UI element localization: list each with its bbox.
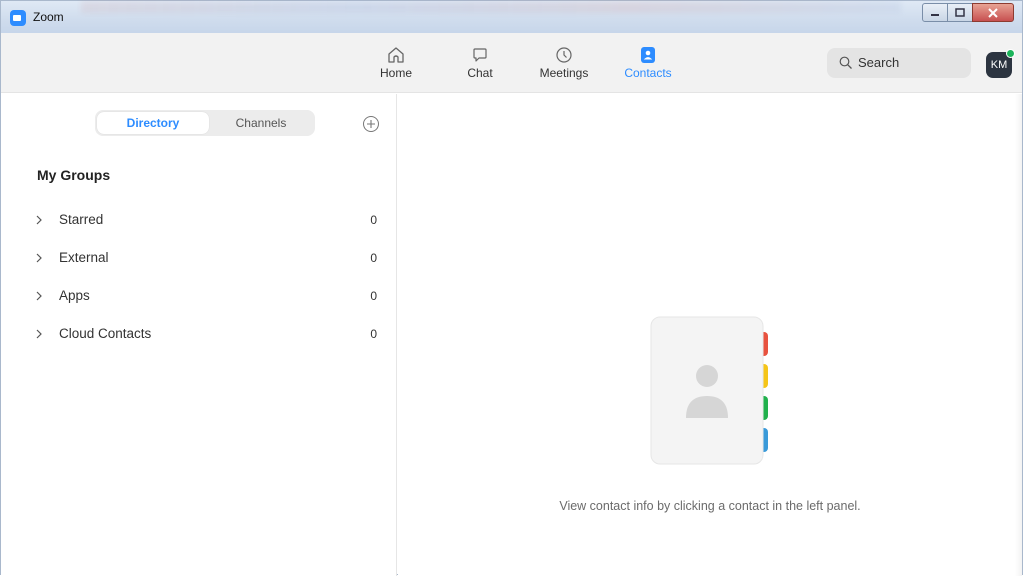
nav-contacts[interactable]: Contacts (613, 45, 683, 80)
group-count: 0 (370, 327, 377, 341)
tab-channels[interactable]: Channels (205, 112, 317, 134)
chevron-right-icon (36, 253, 42, 263)
maximize-button[interactable] (947, 3, 973, 22)
chevron-right-icon (36, 329, 42, 339)
nav-contacts-label: Contacts (624, 66, 672, 80)
avatar[interactable]: KM (986, 49, 1015, 78)
group-row-apps[interactable]: Apps 0 (31, 285, 381, 309)
add-icon[interactable] (362, 115, 380, 133)
close-icon (988, 7, 998, 18)
group-label: Cloud Contacts (59, 326, 152, 341)
close-button[interactable] (972, 3, 1014, 22)
contact-book-illustration-icon (650, 316, 768, 465)
group-count: 0 (370, 289, 377, 303)
group-count: 0 (370, 213, 377, 227)
title-bar-blur (81, 1, 901, 13)
zoom-app-icon (10, 10, 26, 26)
group-row-external[interactable]: External 0 (31, 247, 381, 271)
group-label: External (59, 250, 109, 265)
window-controls (922, 3, 1014, 22)
empty-state-message: View contact info by clicking a contact … (559, 499, 861, 513)
group-label: Apps (59, 288, 90, 303)
window-title: Zoom (33, 10, 64, 24)
search-label: Search (858, 55, 900, 70)
tab-directory[interactable]: Directory (97, 112, 209, 134)
minimize-icon (931, 13, 939, 16)
scrollbar-track[interactable] (1015, 94, 1022, 576)
nav-home-label: Home (379, 66, 412, 80)
group-count: 0 (370, 251, 377, 265)
my-groups-heading: My Groups (37, 167, 111, 183)
title-bar: Zoom (1, 1, 1022, 33)
chevron-right-icon (36, 291, 42, 301)
directory-channels-switch: Directory Channels (95, 110, 315, 136)
search-icon (839, 56, 852, 69)
home-icon (388, 47, 404, 63)
status-indicator (1006, 49, 1015, 58)
chevron-right-icon (36, 215, 42, 225)
group-row-cloud-contacts[interactable]: Cloud Contacts 0 (31, 323, 381, 347)
clock-icon (556, 47, 572, 63)
nav-meetings-label: Meetings (539, 66, 589, 80)
group-row-starred[interactable]: Starred 0 (31, 209, 381, 233)
maximize-icon (955, 7, 965, 17)
search-box[interactable]: Search (827, 48, 971, 78)
nav-chat-label: Chat (467, 66, 493, 80)
top-navigation: Home Chat Meetings Contacts Search KM (1, 33, 1022, 93)
group-label: Starred (59, 212, 104, 227)
avatar-initials: KM (990, 59, 1008, 71)
zoom-window: Zoom Home Chat Meetings Contacts Search … (0, 0, 1023, 576)
nav-chat[interactable]: Chat (445, 45, 515, 80)
chat-icon (473, 48, 487, 62)
nav-meetings[interactable]: Meetings (529, 45, 599, 80)
minimize-button[interactable] (922, 3, 948, 22)
left-panel: Directory Channels My Groups Starred 0 E… (1, 94, 397, 576)
nav-home[interactable]: Home (361, 45, 431, 80)
contacts-icon (641, 47, 655, 63)
contact-detail-panel: View contact info by clicking a contact … (398, 94, 1022, 576)
